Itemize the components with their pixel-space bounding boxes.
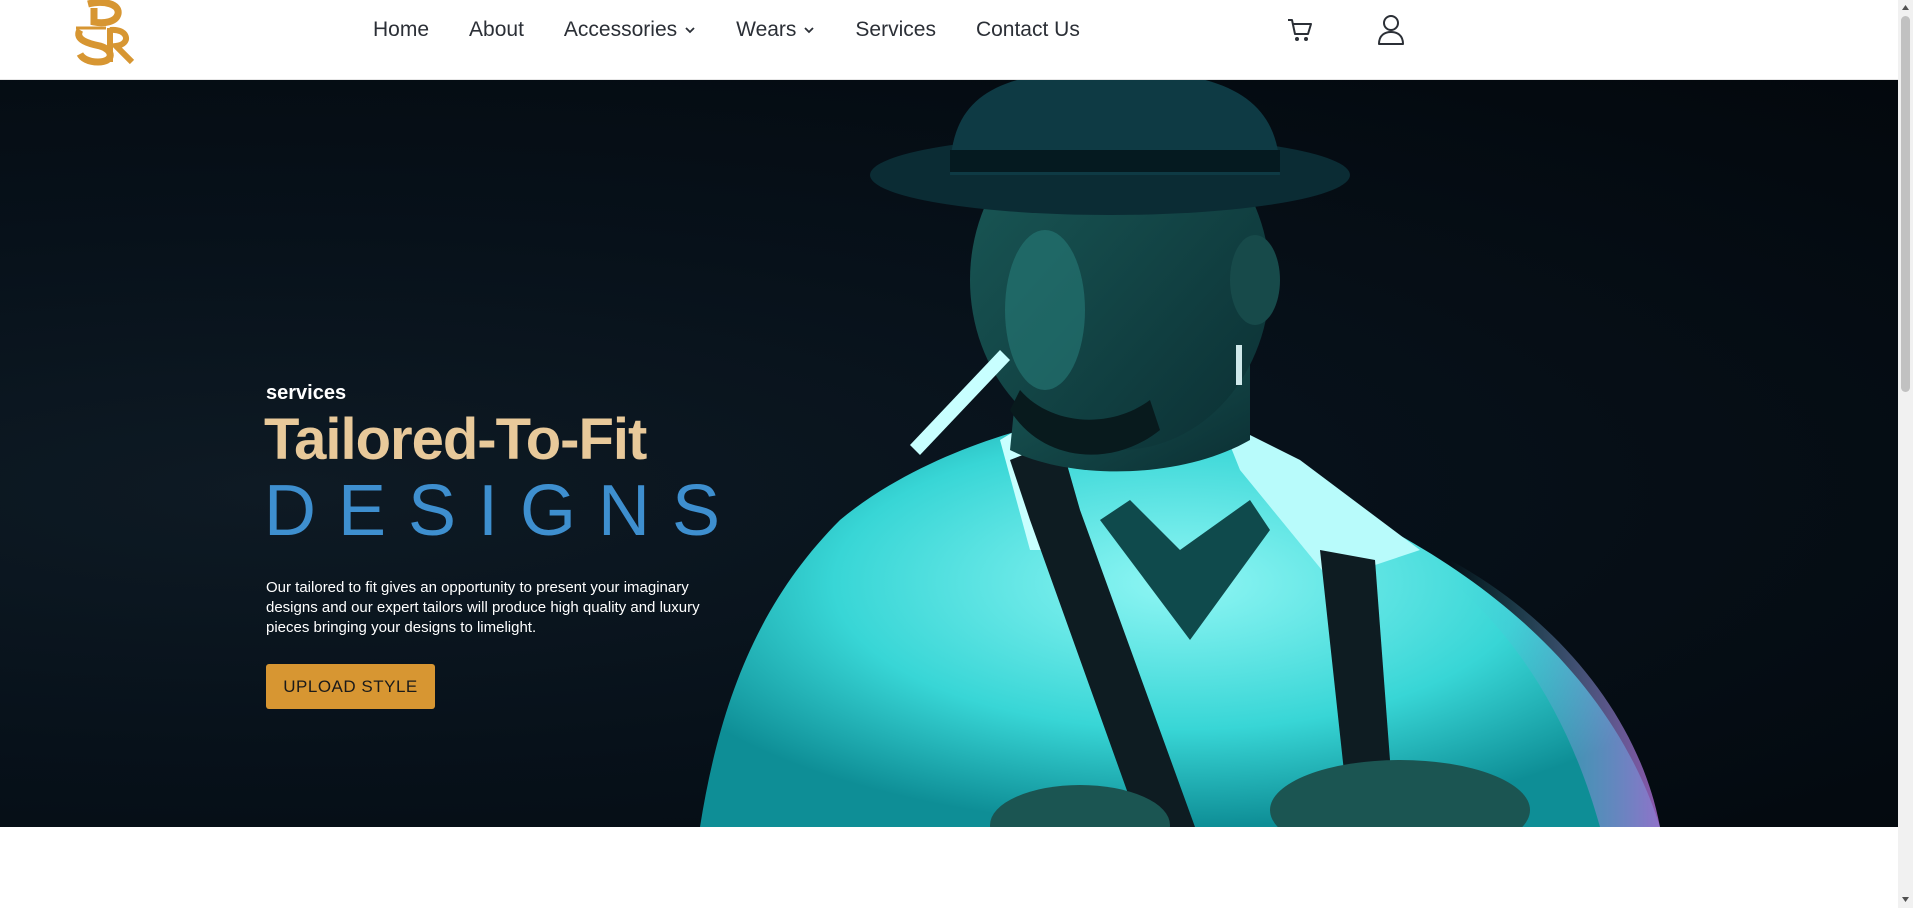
upload-style-button[interactable]: UPLOAD STYLE: [266, 664, 435, 709]
hero-banner: services Tailored-To-Fit DESIGNS Our tai…: [0, 80, 1898, 827]
main-nav: Home About Accessories Wears Services Co…: [373, 16, 1120, 44]
cart-icon[interactable]: [1286, 16, 1314, 44]
page-scrollbar[interactable]: [1898, 0, 1913, 908]
page: Home About Accessories Wears Services Co…: [0, 0, 1913, 908]
scrollbar-thumb[interactable]: [1901, 16, 1910, 392]
brand-logo[interactable]: [70, 0, 150, 66]
site-header: Home About Accessories Wears Services Co…: [0, 0, 1898, 80]
nav-contact-us-label: Contact Us: [975, 18, 1080, 41]
brand-monogram-logo-icon: [75, 0, 135, 66]
scroll-down-arrow-icon[interactable]: [1901, 895, 1910, 904]
nav-contact-us[interactable]: Contact Us: [976, 18, 1080, 42]
nav-wears[interactable]: Wears: [736, 18, 815, 42]
nav-home-label: Home: [373, 18, 430, 41]
nav-about-label: About: [469, 18, 524, 41]
hero-description: Our tailored to fit gives an opportunity…: [266, 579, 700, 636]
nav-wears-label: Wears: [736, 18, 797, 41]
nav-accessories[interactable]: Accessories: [564, 18, 696, 42]
scroll-up-arrow-icon[interactable]: [1901, 3, 1910, 12]
hero-title: Tailored-To-Fit: [264, 407, 647, 472]
chevron-down-icon: [684, 26, 696, 34]
nav-about[interactable]: About: [469, 18, 524, 42]
nav-accessories-label: Accessories: [563, 18, 678, 41]
chevron-down-icon: [803, 26, 815, 34]
nav-home[interactable]: Home: [373, 18, 429, 42]
nav-services-label: Services: [855, 18, 936, 41]
user-icon[interactable]: [1376, 14, 1406, 46]
hero-eyebrow: services: [266, 382, 347, 404]
hero-subtitle: DESIGNS: [264, 471, 743, 551]
nav-services[interactable]: Services: [855, 18, 936, 42]
